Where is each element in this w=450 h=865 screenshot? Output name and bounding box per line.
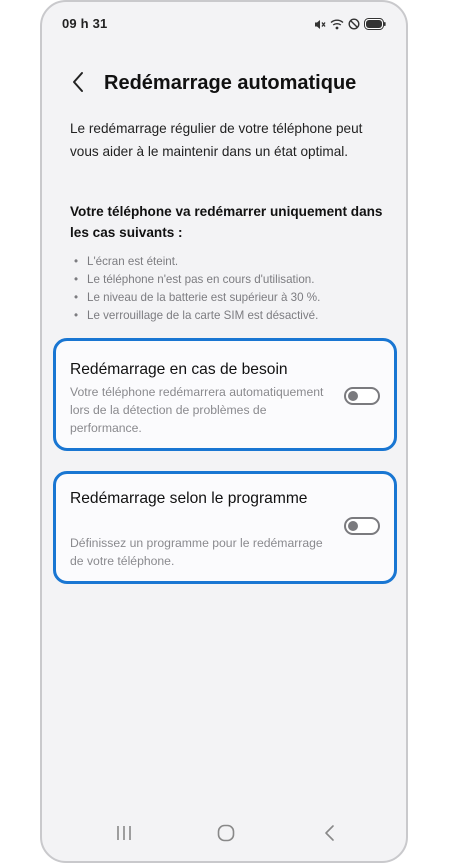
page-title: Redémarrage automatique [104, 72, 357, 94]
status-icons [313, 16, 386, 32]
scheduled-restart-toggle[interactable] [344, 517, 380, 535]
list-item: • Le niveau de la batterie est supérieur … [74, 291, 321, 304]
scheduled-restart-card[interactable]: Redémarrage selon le programme Définisse… [53, 471, 397, 584]
restart-when-needed-title: Redémarrage en cas de besoin [70, 361, 288, 378]
list-item: • Le verrouillage de la carte SIM est dés… [74, 309, 319, 322]
battery-icon [364, 18, 386, 30]
restart-when-needed-card[interactable]: Redémarrage en cas de besoin Votre télép… [53, 338, 397, 451]
mute-icon [313, 18, 326, 31]
do-not-disturb-icon [348, 18, 360, 30]
conditions-heading: Votre téléphone va redémarrer uniquement… [70, 204, 383, 240]
list-item: • L'écran est éteint. [74, 255, 179, 268]
status-time: 09 h 31 [62, 16, 108, 31]
status-bar: 09 h 31 [42, 2, 406, 46]
header: Redémarrage automatique [42, 66, 406, 102]
scheduled-restart-description: Définissez un programme pour le redémarr… [70, 536, 323, 568]
back-button[interactable] [64, 70, 92, 98]
navigation-bar [42, 809, 406, 861]
intro-text: Le redémarrage régulier de votre télépho… [70, 121, 363, 159]
nav-back-button[interactable] [310, 819, 350, 851]
home-icon [217, 824, 235, 847]
conditions-list: • L'écran est éteint. • Le téléphone n'est… [74, 253, 394, 325]
chevron-left-icon [71, 71, 85, 98]
phone-frame: 09 h 31 Redémarrage automatique Le redém… [40, 0, 408, 863]
back-icon [324, 824, 336, 847]
toggle-knob [348, 521, 358, 531]
toggle-knob [348, 391, 358, 401]
recent-apps-icon [115, 825, 133, 846]
recent-apps-button[interactable] [104, 819, 144, 851]
scheduled-restart-title: Redémarrage selon le programme [70, 490, 308, 507]
list-item: • Le téléphone n'est pas en cours d'utili… [74, 273, 315, 286]
restart-when-needed-description: Votre téléphone redémarrera automatiquem… [70, 385, 324, 435]
home-button[interactable] [206, 819, 246, 851]
wifi-icon [330, 18, 344, 30]
restart-when-needed-toggle[interactable] [344, 387, 380, 405]
